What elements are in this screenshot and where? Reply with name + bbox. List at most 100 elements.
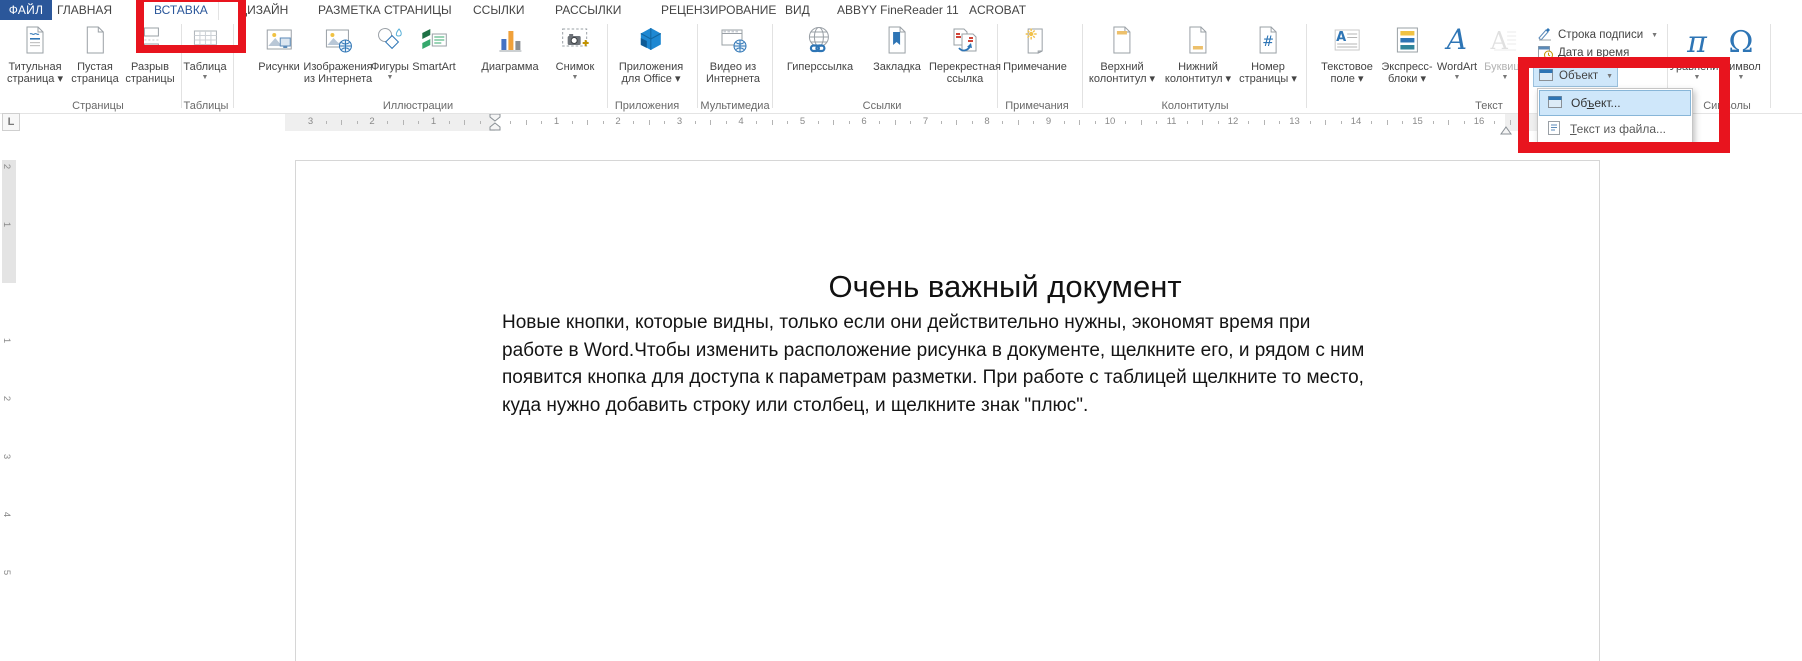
comment-button[interactable]: Примечание — [1003, 23, 1067, 73]
tab-рассылки[interactable]: РАССЫЛКИ — [555, 0, 621, 20]
ruler-tick — [1525, 121, 1526, 124]
ruler-tick — [341, 120, 342, 125]
bookmark-button[interactable]: Закладка — [873, 23, 921, 73]
blank-page-button[interactable]: Пустаястраница — [71, 23, 118, 85]
right-indent-marker[interactable] — [1500, 122, 1512, 140]
tab-дизайн[interactable]: ДИЗАЙН — [239, 0, 288, 20]
button-label: Интернета — [706, 73, 760, 85]
equation-button[interactable]: πУравнение▼ — [1669, 23, 1724, 82]
tab-stop-selector[interactable]: L — [2, 113, 20, 131]
tab-file[interactable]: ФАЙЛ — [0, 0, 52, 20]
button-label: колонтитул ▾ — [1089, 73, 1155, 85]
vertical-ruler[interactable]: 2112345 — [2, 160, 16, 636]
ruler-tick — [1125, 121, 1126, 124]
button-label: Фигуры — [371, 61, 409, 73]
footer-button[interactable]: Нижнийколонтитул ▾ — [1165, 23, 1231, 85]
office-apps-button[interactable]: Приложениядля Office ▾ — [619, 23, 683, 85]
document-text-line: работе в Word.Чтобы изменить расположени… — [502, 337, 1522, 365]
indent-marker[interactable] — [489, 113, 501, 136]
button-label: Видео из — [710, 61, 756, 73]
ruler-tick — [1064, 121, 1065, 124]
tab-вставка[interactable]: ВСТАВКА — [143, 0, 219, 20]
ruler-tick — [1325, 120, 1326, 125]
shapes-icon — [374, 24, 406, 59]
page-break-button[interactable]: Разрывстраницы — [125, 23, 174, 85]
dropdown-arrow-icon: ▼ — [572, 73, 579, 82]
ruler-number: 11 — [1167, 116, 1177, 127]
ruler-tick — [1002, 121, 1003, 124]
quick-parts-button[interactable]: Экспресс-блоки ▾ — [1381, 23, 1432, 85]
screenshot-button[interactable]: Снимок▼ — [556, 23, 595, 82]
ruler-tick — [526, 120, 527, 125]
horizontal-ruler[interactable]: 32112345678910111213141516 — [285, 113, 1598, 131]
date-time-button[interactable]: Дата и время — [1533, 44, 1633, 62]
button-label: из Интернета — [304, 73, 372, 85]
tab-рецензирование[interactable]: РЕЦЕНЗИРОВАНИЕ — [661, 0, 776, 20]
button-label: Номер — [1251, 61, 1285, 73]
ruler-number: 3 — [677, 116, 682, 127]
button-label: SmartArt — [412, 61, 455, 73]
button-label: Уравнение — [1669, 61, 1724, 73]
tab-acrobat[interactable]: ACROBAT — [969, 0, 1026, 20]
wordart-button[interactable]: AWordArt▼ — [1437, 23, 1477, 82]
ruler-tick — [1018, 120, 1019, 125]
button-label: Снимок — [556, 61, 595, 73]
smartart-button[interactable]: SmartArt — [412, 23, 455, 73]
group-divider — [697, 24, 698, 108]
object-button[interactable]: Объект▼ — [1533, 65, 1618, 87]
document-page[interactable]: Очень важный документ Новые кнопки, кото… — [295, 160, 1600, 661]
document-body-text[interactable]: Новые кнопки, которые видны, только если… — [502, 309, 1522, 419]
signature-line-button[interactable]: Строка подписи▼ — [1533, 26, 1662, 44]
menu-item-object[interactable]: Объект... — [1539, 90, 1691, 116]
tab-разметка-страницы[interactable]: РАЗМЕТКА СТРАНИЦЫ — [318, 0, 452, 20]
shapes-button[interactable]: Фигуры▼ — [371, 23, 409, 82]
tab-ссылки[interactable]: ССЫЛКИ — [473, 0, 524, 20]
ruler-number: 3 — [1, 454, 12, 459]
button-label: Диаграмма — [481, 61, 538, 73]
dropcap-button[interactable]: AБуквица▼ — [1484, 23, 1526, 82]
button-label: Пустая — [77, 61, 113, 73]
ruler-tick — [1095, 121, 1096, 124]
ruler-tick — [418, 121, 419, 124]
online-pictures-button[interactable]: Изображенияиз Интернета — [303, 23, 372, 85]
pictures-icon — [263, 24, 295, 59]
dropdown-arrow-icon: ▼ — [1694, 73, 1701, 82]
svg-text:#: # — [1262, 34, 1274, 50]
online-video-button[interactable]: Видео изИнтернета — [706, 23, 760, 85]
menu-item-text-from-file[interactable]: Текст из файла... — [1539, 116, 1691, 142]
document-text-line: появится кнопка для доступа к параметрам… — [502, 364, 1522, 392]
table-button[interactable]: Таблица▼ — [183, 23, 226, 82]
group-label: Колонтитулы — [1162, 100, 1229, 112]
symbol-button[interactable]: ΩСимвол▼ — [1721, 23, 1761, 82]
cross-reference-button[interactable]: Перекрестнаяссылка — [929, 23, 1001, 85]
header-icon — [1106, 24, 1138, 59]
group-divider — [1082, 24, 1083, 108]
table-icon — [189, 24, 221, 59]
document-title[interactable]: Очень важный документ — [502, 269, 1508, 305]
hyperlink-button[interactable]: Гиперссылка — [787, 23, 853, 73]
tab-вид[interactable]: ВИД — [785, 0, 810, 20]
ruler-tick — [1341, 121, 1342, 124]
chart-button[interactable]: Диаграмма — [481, 23, 538, 73]
tab-abbyy-finereader-11[interactable]: ABBYY FineReader 11 — [837, 0, 959, 20]
cover-page-button[interactable]: Титульнаястраница ▾ — [7, 23, 63, 85]
smartart-icon — [418, 24, 450, 59]
tab-главная[interactable]: ГЛАВНАЯ — [57, 0, 112, 20]
button-label: ссылка — [947, 73, 984, 85]
button-label: страница ▾ — [7, 73, 63, 85]
ruler-tick — [464, 120, 465, 125]
ruler-number: 14 — [1351, 116, 1362, 127]
ruler-tick — [587, 120, 588, 125]
omega-icon: Ω — [1729, 27, 1754, 59]
button-label: колонтитул ▾ — [1165, 73, 1231, 85]
textbox-button[interactable]: АТекстовоеполе ▾ — [1321, 23, 1373, 85]
dropdown-arrow-icon: ▼ — [1606, 73, 1613, 80]
group-divider — [181, 24, 182, 108]
button-label: Разрыв — [131, 61, 169, 73]
ruler-tick — [972, 121, 973, 124]
header-button[interactable]: Верхнийколонтитул ▾ — [1089, 23, 1155, 85]
page-number-button[interactable]: #Номерстраницы ▾ — [1239, 23, 1297, 85]
pictures-button[interactable]: Рисунки — [258, 23, 300, 73]
ruler-tick — [1156, 121, 1157, 124]
ribbon: СтраницыТаблицыИллюстрацииПриложенияМуль… — [0, 20, 1802, 114]
